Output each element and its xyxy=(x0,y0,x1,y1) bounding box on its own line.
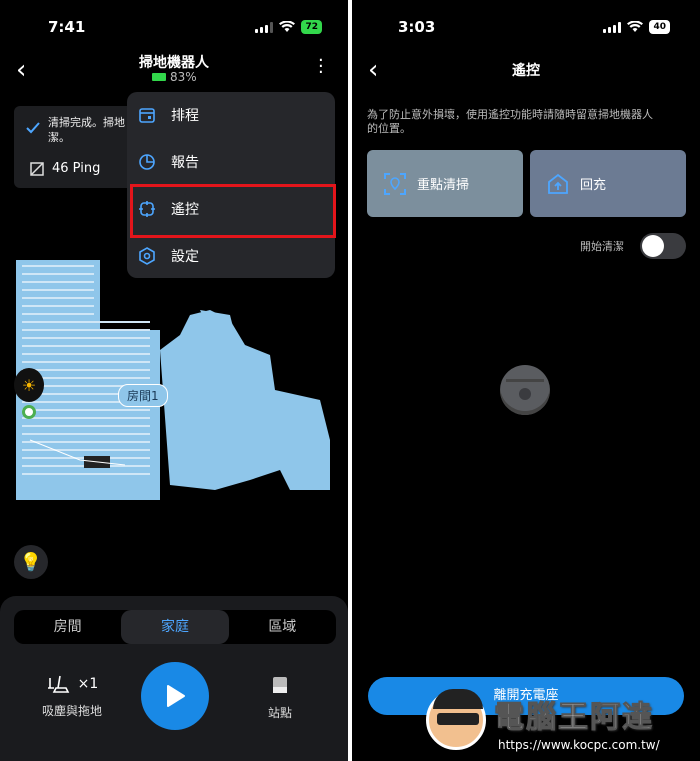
back-button[interactable]: ‹ xyxy=(368,55,378,85)
lightbulb-icon[interactable]: 💡 xyxy=(14,545,48,579)
signal-icon xyxy=(255,21,274,33)
scope-tabs: 房間 家庭 區域 xyxy=(14,610,336,644)
status-line-2: 潔。 xyxy=(48,131,70,144)
dock-icon xyxy=(273,677,287,693)
battery-icon: 72 xyxy=(301,20,322,34)
system-icons: 40 xyxy=(603,20,670,34)
start-cleaning-button[interactable] xyxy=(141,662,209,730)
tab-room[interactable]: 房間 xyxy=(14,610,121,644)
menu-item-report[interactable]: 報告 xyxy=(127,139,335,185)
wifi-icon xyxy=(627,21,644,32)
robot-vacuum-icon[interactable] xyxy=(500,365,550,415)
menu-item-settings[interactable]: 設定 xyxy=(127,233,335,279)
status-card: 清掃完成。掃地 潔。 46 Ping xyxy=(14,106,134,188)
calendar-icon xyxy=(137,105,157,125)
dock-marker-icon xyxy=(22,405,36,419)
status-time: 7:41 xyxy=(48,18,86,36)
robot-battery-value: 83% xyxy=(170,70,197,84)
status-time: 3:03 xyxy=(398,18,436,36)
recharge-button[interactable]: 回充 xyxy=(530,150,686,217)
more-options-button[interactable]: · · · xyxy=(318,52,324,82)
watermark: 電腦王阿達 https://www.kocpc.com.tw/ xyxy=(420,684,700,761)
safety-notice-line-2: 的位置。 xyxy=(367,122,411,135)
wifi-icon xyxy=(279,21,296,32)
battery-small-icon xyxy=(152,73,166,81)
play-icon xyxy=(167,685,185,707)
start-clean-toggle[interactable] xyxy=(640,233,686,259)
vacuum-mop-icon xyxy=(47,675,69,693)
watermark-title: 電腦王阿達 xyxy=(494,700,654,736)
check-icon xyxy=(26,122,40,134)
robot-battery: 83% xyxy=(152,70,197,84)
spot-clean-label: 重點清掃 xyxy=(417,178,470,193)
watermark-url: https://www.kocpc.com.tw/ xyxy=(498,738,660,752)
status-bar: 3:03 40 xyxy=(352,0,700,50)
tab-area[interactable]: 區域 xyxy=(229,610,336,644)
room-label[interactable]: 房間1 xyxy=(118,384,168,407)
back-button[interactable]: ‹ xyxy=(16,55,26,85)
spot-clean-icon xyxy=(384,172,406,195)
dock-button[interactable]: 站點 xyxy=(252,676,308,721)
mode-label: 吸塵與拖地 xyxy=(41,704,102,718)
gear-icon xyxy=(137,246,157,266)
menu-item-schedule[interactable]: 排程 xyxy=(127,92,335,138)
ping-icon xyxy=(30,162,44,176)
dock-label: 站點 xyxy=(267,706,292,720)
menu-item-label: 排程 xyxy=(171,108,199,124)
recharge-label: 回充 xyxy=(580,178,607,193)
tab-home[interactable]: 家庭 xyxy=(121,610,229,644)
safety-notice-line-1: 為了防止意外損壞，使用遙控功能時請隨時留意掃地機器人 xyxy=(367,108,653,121)
cleaning-map xyxy=(16,260,330,500)
battery-icon: 40 xyxy=(649,20,670,34)
mode-button[interactable]: ×1 吸塵與拖地 xyxy=(24,672,120,719)
spot-clean-button[interactable]: 重點清掃 xyxy=(367,150,523,217)
menu-item-label: 設定 xyxy=(171,249,199,265)
status-bar: 7:41 72 xyxy=(0,0,348,50)
ping-value: 46 Ping xyxy=(52,161,101,176)
page-title: 掃地機器人 xyxy=(139,55,209,71)
menu-item-label: 報告 xyxy=(171,155,199,171)
pie-chart-icon xyxy=(137,152,157,172)
start-clean-label: 開始清潔 xyxy=(580,240,624,253)
signal-icon xyxy=(603,21,622,33)
status-line-1: 清掃完成。掃地 xyxy=(48,116,125,129)
safety-notice: 為了防止意外損壞，使用遙控功能時請隨時留意掃地機器人 的位置。 xyxy=(367,108,692,136)
system-icons: 72 xyxy=(255,20,322,34)
right-screen: 3:03 40 ‹ 遙控 為了防止意外損壞，使用遙控功能時請隨時留意掃地機器人 … xyxy=(352,0,700,761)
page-title: 遙控 xyxy=(512,63,540,79)
highlight-box xyxy=(130,184,336,238)
mode-count: ×1 xyxy=(77,676,99,692)
mascot-avatar xyxy=(426,689,486,750)
left-screen: 7:41 72 ‹ 掃地機器人 83% · · · 清掃完成。掃地 潔。 46 Pi… xyxy=(0,0,348,761)
sun-marker-icon[interactable]: ☀ xyxy=(14,368,44,402)
home-dock-icon xyxy=(548,173,568,194)
